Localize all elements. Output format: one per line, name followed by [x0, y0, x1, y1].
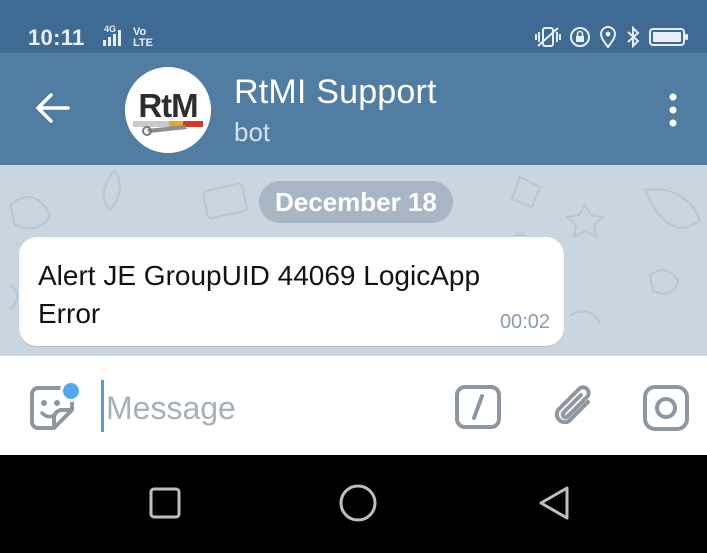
bot-command-icon[interactable] [454, 384, 502, 430]
signal-icon: 4G Vo LTE [103, 24, 153, 48]
back-arrow-icon[interactable] [34, 91, 72, 125]
text-caret [101, 380, 104, 432]
message-bubble[interactable]: Alert JE GroupUID 44069 LogicApp Error 0… [19, 237, 564, 346]
rtm-logo: RtM [125, 67, 211, 153]
status-bar: 10:11 4G Vo LTE [0, 0, 707, 53]
home-circle-icon[interactable] [338, 483, 378, 523]
avatar-logo-text: RtM [138, 87, 197, 124]
volte-bottom-label: LTE [133, 37, 153, 48]
bluetooth-icon [627, 26, 640, 48]
recents-square-icon[interactable] [145, 483, 185, 523]
more-vertical-icon[interactable] [667, 93, 679, 127]
paperclip-icon[interactable] [550, 380, 598, 434]
location-icon [599, 26, 617, 48]
battery-icon [649, 28, 688, 46]
message-input[interactable] [106, 386, 426, 430]
chat-header: RtM RtMI Support bot [0, 53, 707, 165]
date-separator: December 18 [259, 181, 453, 223]
message-text: Alert JE GroupUID 44069 LogicApp Error [38, 260, 481, 329]
network-4g-label: 4G [104, 24, 116, 34]
lock-rotation-icon [570, 27, 590, 47]
message-time: 00:02 [499, 311, 550, 333]
camera-icon[interactable] [642, 384, 690, 432]
chat-title[interactable]: RtMI Support [234, 73, 437, 112]
system-nav-bar [0, 455, 707, 553]
chat-subtitle: bot [234, 117, 271, 147]
back-triangle-icon[interactable] [534, 483, 574, 523]
message-input-bar [0, 356, 707, 455]
chat-area[interactable]: December 18 Alert JE GroupUID 44069 Logi… [0, 165, 707, 356]
avatar[interactable]: RtM [125, 67, 211, 153]
vibrate-icon [535, 27, 561, 47]
status-time: 10:11 [28, 25, 85, 50]
status-icons [535, 24, 689, 50]
sticker-badge-dot [60, 380, 82, 402]
